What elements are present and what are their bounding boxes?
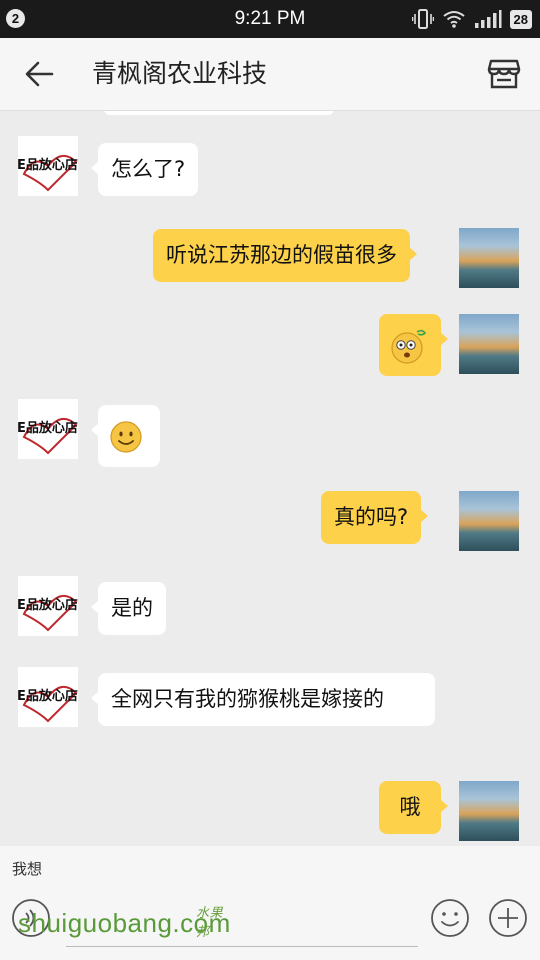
smiley-icon xyxy=(431,899,469,937)
message-bubble-outgoing[interactable]: 真的吗? xyxy=(321,491,429,544)
avatar-label: E品放心店 xyxy=(18,688,78,704)
message-bubble-incoming[interactable]: 全网只有我的猕猴桃是嫁接的 xyxy=(91,673,435,726)
user-avatar[interactable] xyxy=(459,228,519,288)
chat-messages[interactable]: E品放心店 怎么了? 听说江苏那边的假苗很多 E品放心店 真的吗? E品放心店 … xyxy=(0,111,540,846)
contact-avatar[interactable]: E品放心店 xyxy=(18,136,78,196)
message-text: 真的吗? xyxy=(334,505,409,529)
back-button[interactable] xyxy=(22,56,62,92)
signal-icon xyxy=(474,10,502,28)
status-icons: 28 xyxy=(411,8,532,30)
avatar-label: E品放心店 xyxy=(18,420,78,436)
page-title: 青枫阁农业科技 xyxy=(92,59,268,88)
plus-icon xyxy=(489,899,527,937)
emoji-button[interactable] xyxy=(430,898,470,938)
message-text: 哦 xyxy=(399,795,421,819)
battery-indicator: 28 xyxy=(509,9,532,29)
user-avatar[interactable] xyxy=(459,491,519,551)
message-text: 全网只有我的猕猴桃是嫁接的 xyxy=(111,687,384,711)
vibrate-icon xyxy=(411,9,434,29)
previous-message-fragment xyxy=(104,111,334,115)
message-text: 听说江苏那边的假苗很多 xyxy=(166,243,397,267)
message-bubble-outgoing[interactable] xyxy=(379,314,448,376)
message-text: 怎么了? xyxy=(111,157,186,181)
watermark-cn: 水果邦 xyxy=(196,905,224,939)
message-bubble-incoming[interactable]: 怎么了? xyxy=(90,143,199,196)
store-icon xyxy=(487,59,521,89)
quick-reply-suggestion[interactable]: 我想 xyxy=(12,858,42,879)
more-button[interactable] xyxy=(488,898,528,938)
contact-avatar[interactable]: E品放心店 xyxy=(18,399,78,459)
store-button[interactable] xyxy=(486,56,522,92)
contact-avatar[interactable]: E品放心店 xyxy=(18,667,78,727)
message-bubble-outgoing[interactable]: 听说江苏那边的假苗很多 xyxy=(153,229,417,282)
message-bubble-outgoing[interactable]: 哦 xyxy=(379,781,448,834)
avatar-label: E品放心店 xyxy=(18,157,78,173)
message-bubble-incoming[interactable]: 是的 xyxy=(91,582,166,635)
status-bar: 2 9:21 PM 28 xyxy=(0,0,540,38)
message-bubble-incoming[interactable] xyxy=(91,405,160,467)
dizzy-face-emoji-icon xyxy=(391,329,427,364)
arrow-left-icon xyxy=(25,61,54,87)
contact-avatar[interactable]: E品放心店 xyxy=(18,576,78,636)
avatar-label: E品放心店 xyxy=(18,597,78,613)
message-text: 是的 xyxy=(111,596,153,620)
smile-emoji-icon xyxy=(110,421,142,453)
watermark: shuiguobang.com 水果邦 xyxy=(18,905,231,939)
user-avatar[interactable] xyxy=(459,314,519,374)
chat-header: 青枫阁农业科技 xyxy=(0,38,540,111)
wifi-icon xyxy=(442,11,465,28)
user-avatar[interactable] xyxy=(459,781,519,841)
